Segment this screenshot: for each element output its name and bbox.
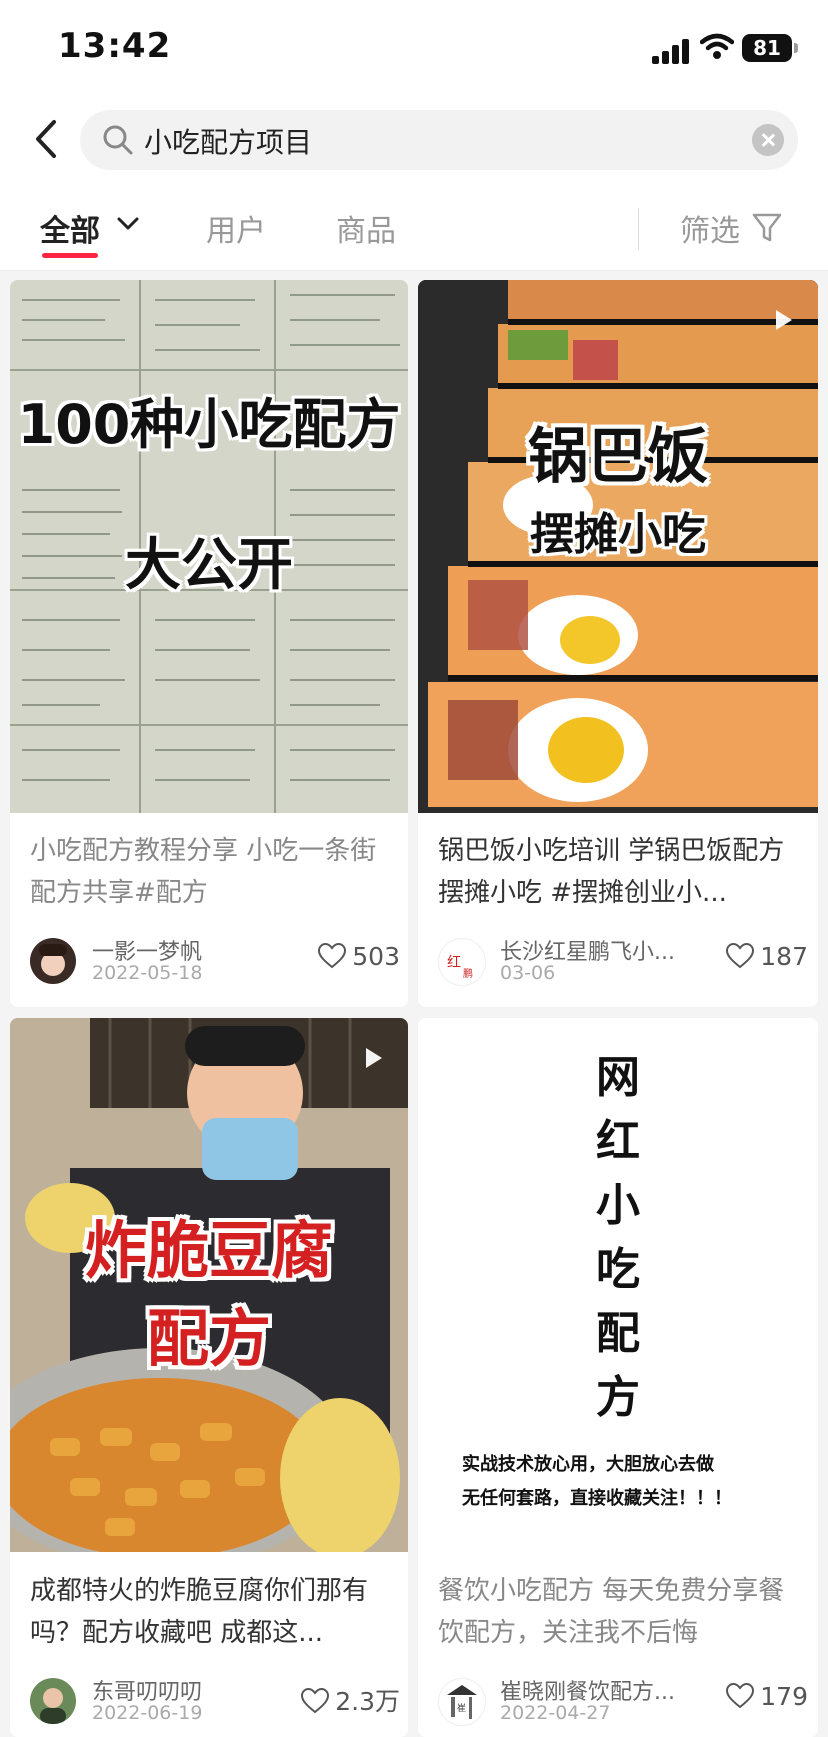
search-icon (103, 125, 133, 155)
tab-users[interactable]: 用户 (206, 206, 266, 250)
avatar[interactable]: 红鹏 (438, 938, 486, 986)
status-bar: 13:42 81 (0, 0, 828, 90)
tab-goods[interactable]: 商品 (336, 206, 396, 250)
post-date: 2022-06-19 (92, 1702, 203, 1724)
svg-text:鹏: 鹏 (463, 967, 473, 980)
cover-note-line1: 实战技术放心用，大胆放心去做 (462, 1454, 714, 1475)
note-card[interactable]: 锅巴饭 摆摊小吃 锅巴饭小吃培训 学锅巴饭配方 摆摊小吃 #摆摊创业小... 红… (418, 280, 818, 1007)
note-title[interactable]: 餐饮小吃配方 每天免费分享餐饮配方，关注我不后悔 (438, 1570, 808, 1654)
like-count: 2.3万 (335, 1687, 400, 1716)
cellular-signal-icon (652, 36, 692, 64)
author-row: 东哥叨叨叨 2022-06-19 2.3万 (30, 1674, 400, 1730)
author-row: 崔 崔晓刚餐饮配方... 2022-04-27 179 (438, 1674, 808, 1730)
avatar[interactable]: 崔 (438, 1678, 486, 1726)
video-play-icon (366, 1048, 382, 1068)
cover-caption-line1: 100种小吃配方 (17, 393, 401, 456)
note-cover-image[interactable]: 炸脆豆腐 配方 (10, 1018, 408, 1552)
video-play-icon (776, 310, 792, 330)
cover-caption-line2: 摆摊小吃 (530, 509, 706, 560)
cover-char: 红 (596, 1116, 640, 1167)
heart-icon (301, 1688, 330, 1714)
chevron-down-icon[interactable] (116, 216, 140, 232)
like-button[interactable]: 503 (318, 942, 400, 971)
back-arrow-icon[interactable] (26, 114, 66, 164)
note-card[interactable]: 网 红 小 吃 配 方 实战技术放心用，大胆放心去做 无任何套路，直接收藏关注！… (418, 1018, 818, 1737)
clear-search-icon[interactable] (752, 124, 784, 156)
cover-char: 配 (596, 1308, 640, 1359)
search-header (0, 90, 828, 190)
post-date: 03-06 (500, 962, 556, 984)
note-cover-image[interactable]: 100种小吃配方 大公开 (10, 280, 408, 813)
filter-tabs: 全部 用户 商品 筛选 (0, 190, 828, 271)
wifi-icon (700, 33, 734, 59)
avatar[interactable] (30, 1678, 76, 1724)
funnel-icon[interactable] (752, 212, 782, 244)
cover-caption-line1: 炸脆豆腐 (84, 1214, 333, 1287)
like-button[interactable]: 179 (726, 1682, 808, 1711)
note-card[interactable]: 炸脆豆腐 配方 成都特火的炸脆豆腐你们那有吗？配方收藏吧 成都这... 东哥叨叨… (10, 1018, 408, 1737)
svg-text:红: 红 (447, 955, 461, 971)
like-count: 503 (352, 942, 400, 971)
author-row: 一影一梦帆 2022-05-18 503 (30, 934, 400, 990)
like-button[interactable]: 187 (726, 942, 808, 971)
tab-divider (638, 208, 639, 250)
cover-char: 小 (596, 1180, 640, 1231)
cover-vertical-title: 网 红 小 吃 配 方 (418, 1046, 818, 1430)
author-row: 红鹏 长沙红星鹏飞小... 03-06 187 (438, 934, 808, 990)
cover-caption-line1: 锅巴饭 (528, 422, 708, 492)
note-card[interactable]: 100种小吃配方 大公开 小吃配方教程分享 小吃一条街配方共享#配方 一影一梦帆… (10, 280, 408, 1007)
cover-caption-line2: 大公开 (125, 533, 293, 598)
cover-char: 方 (596, 1372, 640, 1423)
post-date: 2022-05-18 (92, 962, 203, 984)
heart-icon (726, 943, 755, 969)
note-title[interactable]: 成都特火的炸脆豆腐你们那有吗？配方收藏吧 成都这... (30, 1570, 400, 1654)
note-cover-image[interactable]: 锅巴饭 摆摊小吃 (418, 280, 818, 813)
note-title[interactable]: 小吃配方教程分享 小吃一条街配方共享#配方 (30, 830, 400, 914)
like-count: 179 (760, 1682, 808, 1711)
cover-char: 网 (596, 1052, 640, 1103)
post-date: 2022-04-27 (500, 1702, 611, 1724)
battery-icon: 81 (742, 34, 798, 62)
avatar[interactable] (30, 938, 76, 984)
note-cover-image[interactable]: 网 红 小 吃 配 方 实战技术放心用，大胆放心去做 无任何套路，直接收藏关注！… (418, 1018, 818, 1552)
cover-note-line2: 无任何套路，直接收藏关注！！！ (462, 1488, 732, 1509)
note-title[interactable]: 锅巴饭小吃培训 学锅巴饭配方 摆摊小吃 #摆摊创业小... (438, 830, 808, 914)
like-button[interactable]: 2.3万 (301, 1682, 400, 1718)
svg-text:崔: 崔 (457, 1702, 466, 1714)
heart-icon (726, 1683, 755, 1709)
status-time: 13:42 (58, 26, 172, 66)
active-tab-indicator (42, 253, 98, 258)
filter-button[interactable]: 筛选 (680, 206, 740, 250)
like-count: 187 (760, 942, 808, 971)
cover-char: 吃 (596, 1244, 640, 1295)
tab-all[interactable]: 全部 (40, 206, 100, 250)
cover-caption-line2: 配方 (146, 1302, 271, 1375)
heart-icon (318, 943, 347, 969)
search-box[interactable] (80, 110, 798, 170)
search-input[interactable] (142, 120, 726, 162)
